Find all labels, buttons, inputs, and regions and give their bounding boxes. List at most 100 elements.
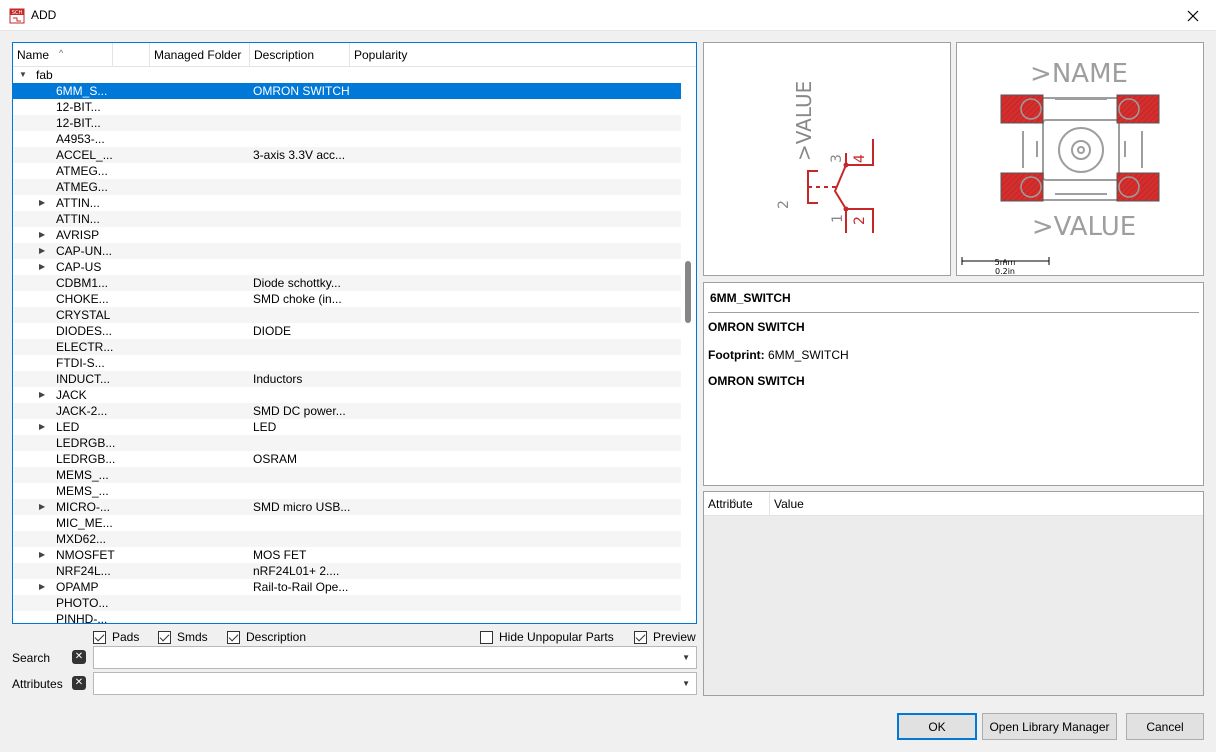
tree-row[interactable]: LEDRGB... xyxy=(13,435,681,451)
tree-row[interactable]: ELECTR... xyxy=(13,339,681,355)
hide-unpopular-checkbox[interactable]: Hide Unpopular Parts xyxy=(480,630,614,644)
cancel-button[interactable]: Cancel xyxy=(1126,713,1204,740)
column-description[interactable]: Description xyxy=(250,43,350,66)
search-input[interactable]: ▼ xyxy=(93,646,697,669)
tree-row[interactable]: NRF24L... nRF24L01+ 2.... xyxy=(13,563,681,579)
attributes-input[interactable]: ▼ xyxy=(93,672,697,695)
row-name: 6MM_S... xyxy=(56,84,108,98)
row-name: ATMEG... xyxy=(56,180,108,194)
pads-checkbox[interactable]: Pads xyxy=(93,630,139,644)
tree-folder-row[interactable]: ▼ fab xyxy=(13,67,681,83)
footprint-drawing: >NAME >VALUE 5mm 0.2in xyxy=(961,59,1160,276)
sort-ascending-icon: ^ xyxy=(732,497,737,507)
tree-row[interactable]: MIC_ME... xyxy=(13,515,681,531)
row-name: AVRISP xyxy=(56,228,100,242)
tree-row[interactable]: CHOKE... SMD choke (in... xyxy=(13,291,681,307)
column-name[interactable]: ^ Name xyxy=(13,43,113,66)
tree-row[interactable]: ACCEL_... 3-axis 3.3V acc... xyxy=(13,147,681,163)
row-name: NMOSFET xyxy=(56,548,115,562)
tree-row[interactable]: ▶ CAP-UN... xyxy=(13,243,681,259)
tree-row[interactable]: 12-BIT... xyxy=(13,99,681,115)
tree-row[interactable]: LEDRGB... OSRAM xyxy=(13,451,681,467)
attribute-table: ^ Attribute Value xyxy=(703,491,1204,696)
column-managed-folder[interactable]: Managed Folder xyxy=(150,43,250,66)
clear-attributes-button[interactable]: ✕ xyxy=(72,676,86,690)
expand-arrow-icon[interactable]: ▶ xyxy=(39,547,49,563)
expand-arrow-icon[interactable]: ▶ xyxy=(39,579,49,595)
tree-row[interactable]: ATMEG... xyxy=(13,163,681,179)
smds-checkbox[interactable]: Smds xyxy=(158,630,208,644)
row-description: MOS FET xyxy=(253,548,307,562)
tree-row[interactable]: MXD62... xyxy=(13,531,681,547)
close-button[interactable] xyxy=(1170,0,1216,31)
expand-arrow-icon[interactable]: ▶ xyxy=(39,195,49,211)
expand-arrow-icon[interactable]: ▶ xyxy=(39,243,49,259)
svg-text:2: 2 xyxy=(776,200,792,209)
footprint-preview: >NAME >VALUE 5mm 0.2in xyxy=(956,42,1204,276)
row-name: NRF24L... xyxy=(56,564,111,578)
tree-row[interactable]: A4953-... xyxy=(13,131,681,147)
tree-row[interactable]: 6MM_S... OMRON SWITCH xyxy=(13,83,681,99)
column-empty[interactable] xyxy=(113,43,150,66)
column-attribute[interactable]: ^ Attribute xyxy=(704,492,770,515)
collapse-arrow-icon[interactable]: ▼ xyxy=(19,67,29,83)
tree-row[interactable]: INDUCT... Inductors xyxy=(13,371,681,387)
column-value[interactable]: Value xyxy=(770,492,1203,515)
row-name: ATTIN... xyxy=(56,212,100,226)
expand-arrow-icon[interactable]: ▶ xyxy=(39,387,49,403)
open-library-manager-button[interactable]: Open Library Manager xyxy=(982,713,1117,740)
tree-row[interactable]: ATTIN... xyxy=(13,211,681,227)
tree-row[interactable]: ▶ AVRISP xyxy=(13,227,681,243)
row-description: SMD DC power... xyxy=(253,404,346,418)
svg-text:1: 1 xyxy=(830,214,846,223)
search-label: Search xyxy=(12,651,51,665)
library-tree[interactable]: ^ Name Managed Folder Description Popula… xyxy=(12,42,697,624)
tree-scrollbar[interactable] xyxy=(681,67,696,623)
tree-row[interactable]: MEMS_... xyxy=(13,483,681,499)
pads-check-icon xyxy=(93,630,106,644)
tree-row[interactable]: ATMEG... xyxy=(13,179,681,195)
svg-text:3: 3 xyxy=(829,154,845,163)
dropdown-arrow-icon[interactable]: ▼ xyxy=(682,653,690,662)
tree-row[interactable]: ▶ OPAMP Rail-to-Rail Ope... xyxy=(13,579,681,595)
tree-scrollbar-thumb[interactable] xyxy=(685,261,691,323)
schematic-preview: >VALUE 2 1 3 4 2 xyxy=(703,42,951,276)
tree-row[interactable]: FTDI-S... xyxy=(13,355,681,371)
tree-row[interactable]: PHOTO... xyxy=(13,595,681,611)
row-description: Diode schottky... xyxy=(253,276,341,290)
tree-row[interactable]: JACK-2... SMD DC power... xyxy=(13,403,681,419)
ok-button[interactable]: OK xyxy=(897,713,977,740)
footprint-value: 6MM_SWITCH xyxy=(768,348,849,362)
tree-row[interactable]: ▶ CAP-US xyxy=(13,259,681,275)
row-description: OMRON SWITCH xyxy=(253,84,350,98)
tree-row[interactable]: ▶ NMOSFET MOS FET xyxy=(13,547,681,563)
tree-row[interactable]: CDBM1... Diode schottky... xyxy=(13,275,681,291)
row-name: ELECTR... xyxy=(56,340,114,354)
expand-arrow-icon[interactable]: ▶ xyxy=(39,227,49,243)
dropdown-arrow-icon[interactable]: ▼ xyxy=(682,679,690,688)
row-name: 12-BIT... xyxy=(56,116,101,130)
tree-row[interactable]: CRYSTAL xyxy=(13,307,681,323)
window-title: ADD xyxy=(31,8,57,22)
expand-arrow-icon[interactable]: ▶ xyxy=(39,259,49,275)
column-popularity[interactable]: Popularity xyxy=(350,43,696,66)
description-checkbox[interactable]: Description xyxy=(227,630,306,644)
tree-row[interactable]: ▶ LED LED xyxy=(13,419,681,435)
clear-search-button[interactable]: ✕ xyxy=(72,650,86,664)
tree-row[interactable]: ▶ ATTIN... xyxy=(13,195,681,211)
tree-row[interactable]: ▶ MICRO-... SMD micro USB... xyxy=(13,499,681,515)
tree-row[interactable]: MEMS_... xyxy=(13,467,681,483)
smds-check-icon xyxy=(158,630,171,644)
row-name: JACK-2... xyxy=(56,404,108,418)
tree-row[interactable]: ▶ JACK xyxy=(13,387,681,403)
tree-row[interactable]: DIODES... DIODE xyxy=(13,323,681,339)
tree-row[interactable]: PINHD-... xyxy=(13,611,681,623)
tree-row[interactable]: 12-BIT... xyxy=(13,115,681,131)
svg-text:>VALUE: >VALUE xyxy=(1032,212,1136,242)
expand-arrow-icon[interactable]: ▶ xyxy=(39,419,49,435)
row-name: MEMS_... xyxy=(56,468,109,482)
footprint-label: Footprint: xyxy=(708,348,765,362)
preview-checkbox[interactable]: Preview xyxy=(634,630,696,644)
expand-arrow-icon[interactable]: ▶ xyxy=(39,499,49,515)
tree-rows: ▼ fab 6MM_S... OMRON SWITCH 12-BIT... 12-BIT.… xyxy=(13,67,681,623)
